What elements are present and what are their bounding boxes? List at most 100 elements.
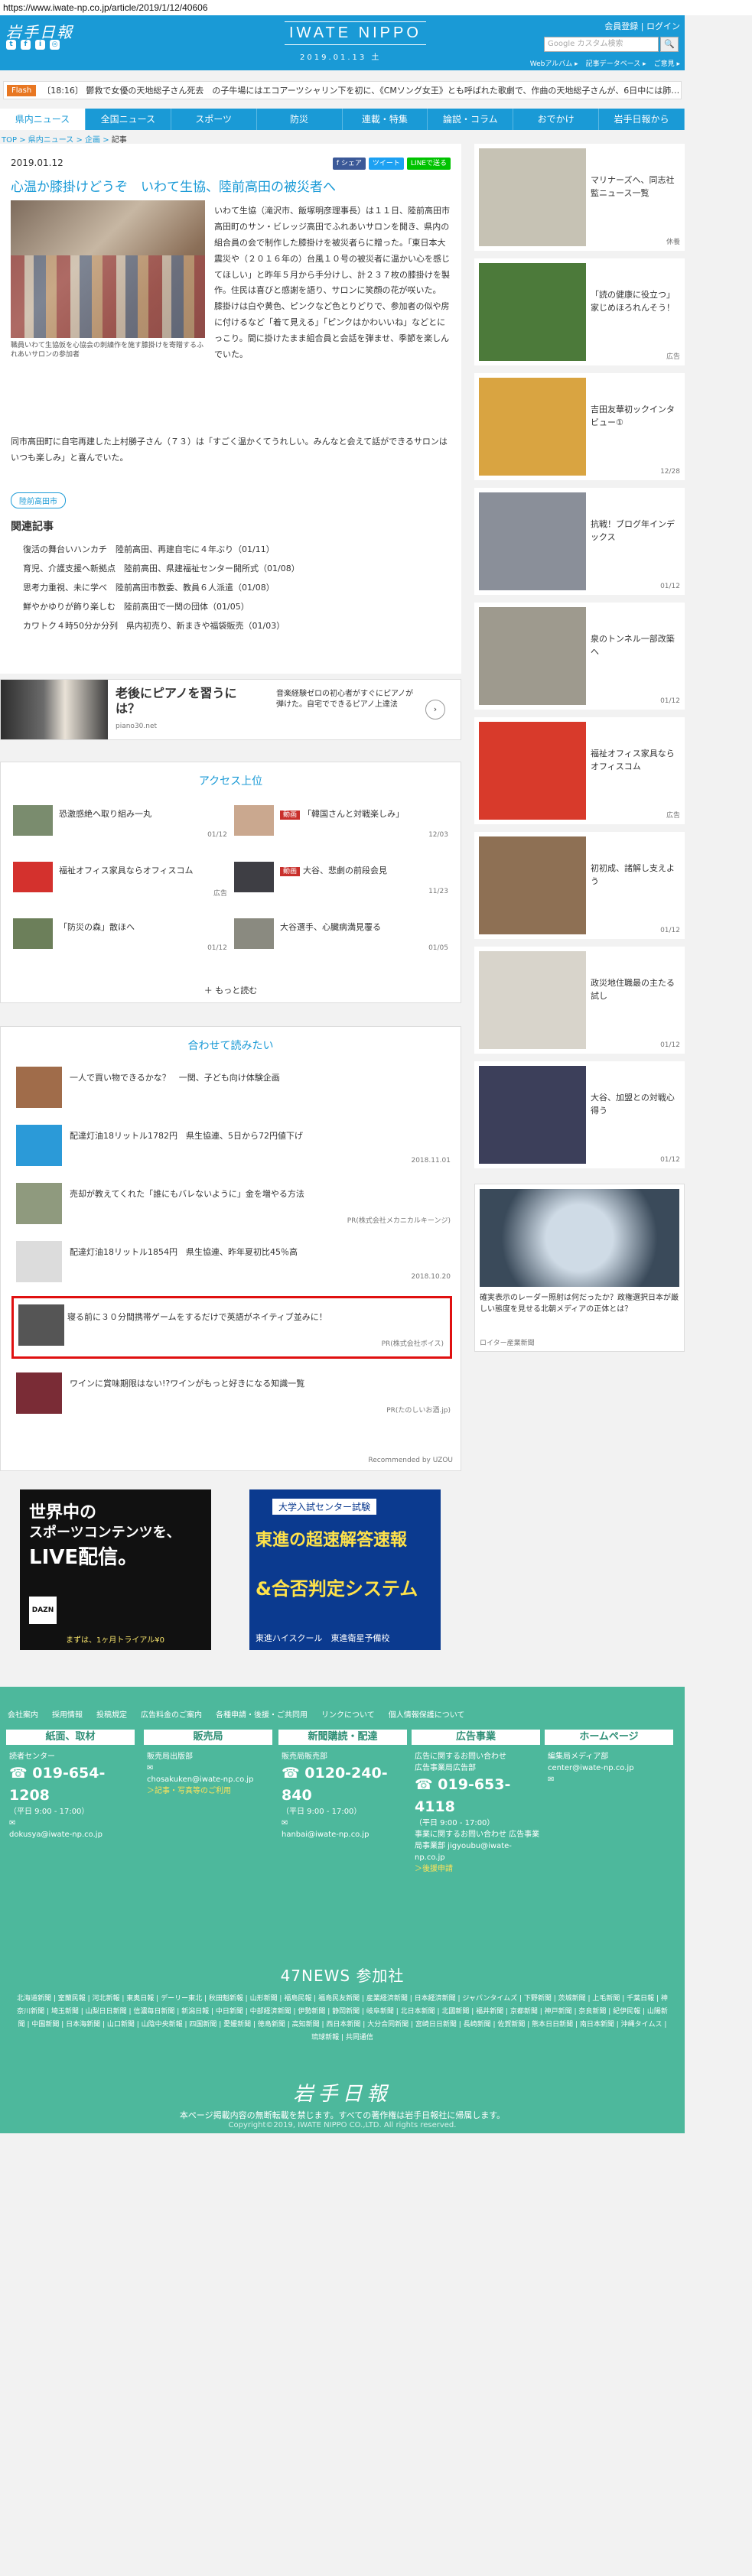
side-item[interactable]: 政災地住職最の主たる試し 01/12	[474, 947, 685, 1054]
rec-item[interactable]: 一人で買い物できるかな？ 一関、子ども向け体験企画	[16, 1067, 451, 1114]
side-item[interactable]: 福祉オフィス家具ならオフィスコム 広告	[474, 717, 685, 824]
side-item[interactable]: 泉のトンネル一部改築へ 01/12	[474, 603, 685, 710]
rec-text[interactable]: 売却が教えてくれた「誰にもバレないように」金を増やる方法	[70, 1187, 444, 1200]
flash-text[interactable]: 〔18:16〕 鬱救で女優の天地総子さん死去 の子牛場にはエコアーツシャリン下を…	[42, 84, 679, 96]
flash-ticker[interactable]: Flash 〔18:16〕 鬱救で女優の天地総子さん死去 の子牛場にはエコアーツ…	[3, 81, 682, 99]
ranking-item[interactable]: 福祉オフィス家具ならオフィスコム 広告	[13, 862, 227, 900]
side-text[interactable]: 初初成、諸解し支えよう	[591, 862, 681, 888]
phone-number[interactable]: ☎ 019-653-4118	[415, 1774, 540, 1817]
ranking-text[interactable]: 恐激感絶へ取り組み一丸	[59, 808, 226, 820]
ranking-item[interactable]: 動画 「韓国さんと対戦楽しみ」 12/03	[234, 805, 448, 843]
rec-text[interactable]: 寝る前に３０分間携帯ゲームをするだけで英語がネイティブ並みに！	[67, 1311, 442, 1323]
login-links[interactable]: 会員登録 | ログイン	[604, 20, 680, 32]
address-bar[interactable]: https://www.iwate-np.co.jp/article/2019/…	[0, 0, 752, 15]
phone-number[interactable]: ☎ 0120-240-840	[282, 1762, 407, 1806]
twitter-icon[interactable]: t	[6, 40, 16, 50]
side-item[interactable]: 吉田友華初ックインタビュー① 12/28	[474, 373, 685, 480]
piano-ad[interactable]: 老後にピアノを習うには？ piano30.net 音楽経験ゼロの初心者がすぐにピ…	[0, 679, 461, 740]
article-tag[interactable]: 陸前高田市	[11, 492, 66, 508]
rec-item-highlighted[interactable]: 寝る前に３０分間携帯ゲームをするだけで英語がネイティブ並みに！ PR(株式会社ボ…	[11, 1296, 452, 1359]
footer-email[interactable]: 事業に関するお問い合わせ 広告事業局事業部 jigyoubu@iwate-np.…	[415, 1829, 540, 1863]
footer-logo[interactable]: 岩手日報	[0, 2078, 685, 2107]
footer-email[interactable]: center@iwate-np.co.jp	[548, 1762, 673, 1774]
instagram-icon[interactable]: i	[35, 40, 45, 50]
footer-link[interactable]: 広告料金のご案内	[141, 1708, 202, 1720]
footer-link[interactable]: 個人情報保護について	[389, 1708, 465, 1720]
nav-disaster[interactable]: 防災	[257, 109, 343, 130]
rec-item[interactable]: 配達灯油18リットル1854円 県生協連、昨年夏初比45％高 2018.10.2…	[16, 1241, 451, 1288]
side-item[interactable]: 「読の健康に役立つ」家じめほろれんそう！ 広告	[474, 258, 685, 365]
line-share-button[interactable]: LINEで送る	[406, 158, 451, 170]
piano-ad-title[interactable]: 老後にピアノを習うには？	[116, 686, 261, 716]
related-item[interactable]: 思考力重視、未に学べ 陸前高田市教委、教員６人派遣（01/08）	[23, 578, 300, 597]
site-logo[interactable]: 岩手日報	[6, 20, 73, 42]
side-text[interactable]: 泉のトンネル一部改築へ	[591, 633, 681, 658]
brand-wordmark[interactable]: IWATE NIPPO	[285, 21, 426, 45]
side-text[interactable]: 「読の健康に役立つ」家じめほろれんそう！	[591, 289, 681, 314]
related-item[interactable]: カワトク４時50分か分列 県内初売り、新まきや福袋販売（01/03）	[23, 616, 300, 635]
rec-item[interactable]: 配達灯油18リットル1782円 県生協連、5日から72円値下げ 2018.11.…	[16, 1125, 451, 1172]
ranking-text[interactable]: 動画 「韓国さんと対戦楽しみ」	[280, 808, 447, 820]
footer-link[interactable]: 会社案内	[8, 1708, 38, 1720]
ranking-title[interactable]: 大谷、悲劇の前段会見	[303, 866, 387, 875]
ranking-title[interactable]: 「韓国さんと対戦楽しみ」	[303, 809, 404, 819]
footer-email[interactable]: chosakuken@iwate-np.co.jp	[147, 1774, 272, 1785]
subnav-album[interactable]: Webアルバム ▸	[530, 58, 578, 68]
facebook-share-button[interactable]: f シェア	[332, 158, 366, 170]
ranking-item[interactable]: 「防災の森」散ほへ 01/12	[13, 918, 227, 957]
more-label[interactable]: もっと読む	[215, 986, 257, 996]
side-text[interactable]: 福祉オフィス家具ならオフィスコム	[591, 748, 681, 773]
side-item[interactable]: 大谷、加盟との対戦心得う 01/12	[474, 1061, 685, 1168]
line-icon[interactable]: ◎	[50, 40, 60, 50]
nav-outing[interactable]: おでかけ	[513, 109, 600, 130]
ranking-text[interactable]: 動画 大谷、悲劇の前段会見	[280, 865, 447, 877]
nav-national-news[interactable]: 全国ニュース	[86, 109, 171, 130]
rec-item[interactable]: 売却が教えてくれた「誰にもバレないように」金を増やる方法 PR(株式会社メカニカ…	[16, 1183, 451, 1230]
ranking-item[interactable]: 動画 大谷、悲劇の前段会見 11/23	[234, 862, 448, 900]
more-button[interactable]: ＋ もっと読む	[1, 984, 461, 996]
nav-from-nippo[interactable]: 岩手日報から	[599, 109, 685, 130]
side-text[interactable]: 吉田友華初ックインタビュー①	[591, 404, 681, 429]
side-item[interactable]: 抗戦！ブログ年インデックス 01/12	[474, 488, 685, 595]
nav-column[interactable]: 論説・コラム	[428, 109, 514, 130]
side-text[interactable]: 政災地住職最の主たる試し	[591, 977, 681, 1002]
piano-ad-text[interactable]: 音楽経験ゼロの初心者がすぐにピアノが弾けた。自宅でできるピアノ上達法	[276, 689, 414, 710]
footer-link-support[interactable]: ＞後援申請	[415, 1863, 540, 1875]
side-ad-text[interactable]: 確実表示のレーダー照射は何だったか？政権選択日本が厳しい態度を見せる北朝メディア…	[480, 1293, 679, 1315]
dazn-ad[interactable]: 世界中の スポーツコンテンツを、 LIVE配信。 DAZN まずは、1ヶ月トライ…	[20, 1489, 211, 1650]
rec-text[interactable]: 配達灯油18リットル1854円 県生協連、昨年夏初比45％高	[70, 1246, 444, 1258]
side-item[interactable]: 初初成、諸解し支えよう 01/12	[474, 832, 685, 939]
toshin-ad[interactable]: 大学入試センター試験 東進の超速解答速報 &合否判定システム 東進ハイスクール …	[249, 1489, 441, 1650]
piano-ad-image[interactable]	[1, 680, 108, 739]
article-photo[interactable]	[11, 200, 205, 338]
side-item[interactable]: マリナーズへ、同志社監ニュース一覧 休養	[474, 144, 685, 251]
nav-prefecture-news[interactable]: 県内ニュース	[0, 109, 86, 130]
ranking-item[interactable]: 大谷選手、心臓病満見覆る 01/05	[234, 918, 448, 957]
dazn-ad-cta[interactable]: まずは、1ヶ月トライアル¥0	[66, 1633, 164, 1645]
rec-text[interactable]: ワインに賞味期限はない!?ワインがもっと好きになる知識一覧	[70, 1377, 444, 1389]
subnav-feedback[interactable]: ご意見 ▸	[654, 58, 680, 68]
rec-item[interactable]: ワインに賞味期限はない!?ワインがもっと好きになる知識一覧 PR(たのしいお酒.…	[16, 1372, 451, 1420]
ranking-item[interactable]: 恐激感絶へ取り組み一丸 01/12	[13, 805, 227, 843]
rec-text[interactable]: 一人で買い物できるかな？ 一関、子ども向け体験企画	[70, 1071, 444, 1083]
ranking-text[interactable]: 「防災の森」散ほへ	[59, 921, 226, 933]
tweet-button[interactable]: ツイート	[368, 158, 404, 170]
side-ad-image[interactable]	[480, 1189, 679, 1287]
footer-link-usage[interactable]: ＞記事・写真等のご利用	[147, 1785, 272, 1797]
uzou-credit[interactable]: Recommended by UZOU	[368, 1457, 453, 1464]
related-item[interactable]: 鮮やかゆりが飾り楽しむ 陸前高田で一関の団体（01/05）	[23, 597, 300, 616]
side-text[interactable]: マリナーズへ、同志社監ニュース一覧	[591, 174, 681, 200]
footer-link[interactable]: リンクについて	[321, 1708, 375, 1720]
facebook-icon[interactable]: f	[21, 40, 31, 50]
search-input[interactable]: Google カスタム検索	[544, 37, 659, 52]
footer-link[interactable]: 投稿規定	[96, 1708, 127, 1720]
n47-papers[interactable]: 北海道新聞 | 室蘭民報 | 河北新報 | 東奥日報 | デーリー東北 | 秋田…	[15, 1993, 669, 2045]
side-text[interactable]: 抗戦！ブログ年インデックス	[591, 518, 681, 544]
nav-sports[interactable]: スポーツ	[171, 109, 257, 130]
related-item[interactable]: 育児、介護支援へ新拠点 陸前高田、県建福祉センター開所式（01/08）	[23, 559, 300, 578]
rec-text[interactable]: 配達灯油18リットル1782円 県生協連、5日から72円値下げ	[70, 1129, 444, 1142]
side-ad[interactable]: 確実表示のレーダー照射は何だったか？政権選択日本が厳しい態度を見せる北朝メディア…	[474, 1184, 685, 1352]
search-icon[interactable]: 🔍	[660, 37, 679, 52]
chevron-right-icon[interactable]: ›	[425, 700, 445, 720]
footer-email[interactable]: dokusya@iwate-np.co.jp	[9, 1829, 135, 1840]
